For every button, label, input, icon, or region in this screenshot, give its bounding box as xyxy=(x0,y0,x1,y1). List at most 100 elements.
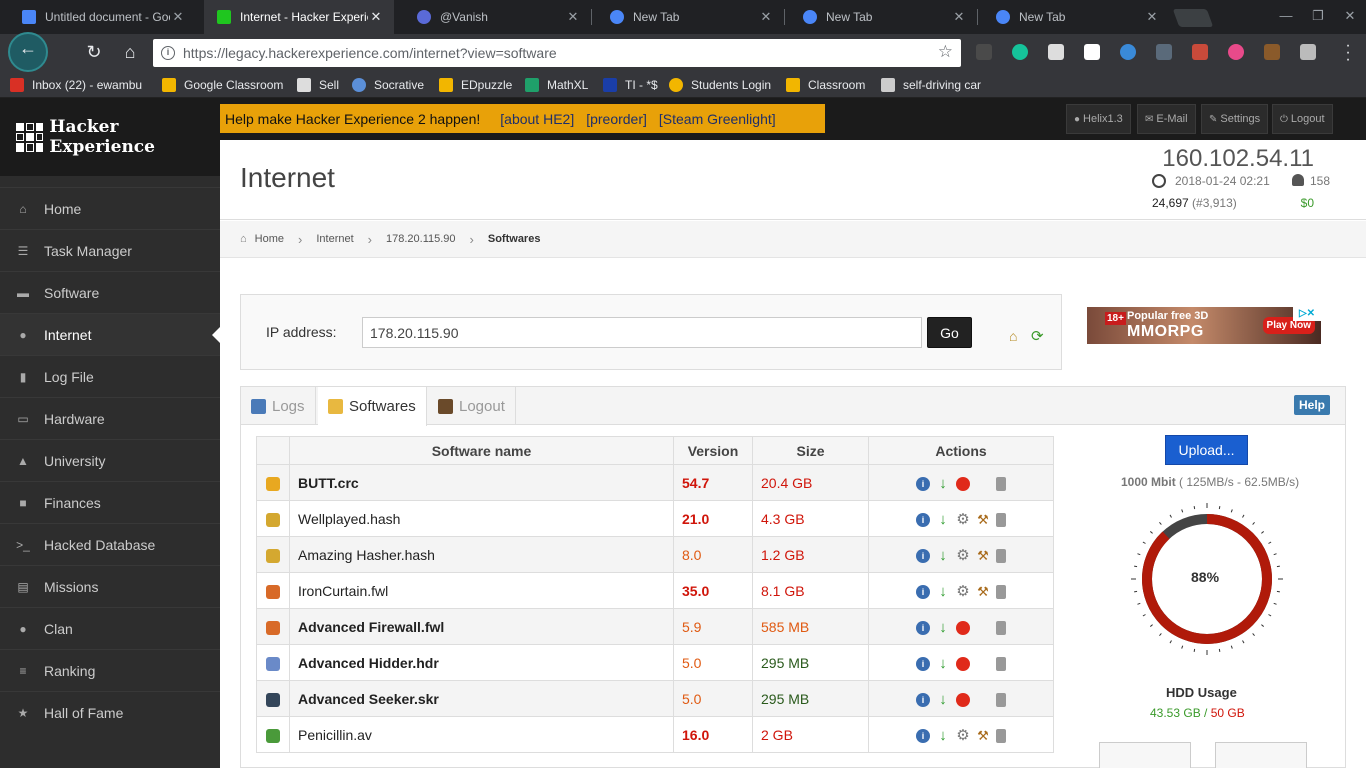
go-button[interactable]: Go xyxy=(927,317,972,348)
new-tab-button[interactable] xyxy=(1172,9,1214,27)
sidebar-item-clan[interactable]: ● Clan xyxy=(0,607,220,649)
help-button[interactable]: Help xyxy=(1293,395,1330,415)
table-row[interactable]: BUTT.crc 54.7 20.4 GB i ↓ xyxy=(256,464,1054,501)
logs-shortcut-button[interactable] xyxy=(1099,742,1191,768)
info-icon[interactable]: i xyxy=(916,692,930,707)
extension-icon[interactable] xyxy=(1264,44,1280,60)
trash-icon[interactable] xyxy=(996,692,1006,707)
bookmark-star-icon[interactable]: ☆ xyxy=(938,42,953,62)
home-icon[interactable]: ⌂ xyxy=(1009,328,1017,344)
window-close-icon[interactable]: ✕ xyxy=(1341,8,1359,24)
advertisement[interactable]: 18+ Popular free 3D MMORPG Play Now ▷✕ xyxy=(1087,307,1321,344)
trash-icon[interactable] xyxy=(996,656,1006,671)
bookmark-item[interactable]: Inbox (22) - ewambu xyxy=(10,76,142,94)
email-button[interactable]: ✉ E-Mail xyxy=(1137,104,1196,134)
refresh-icon[interactable]: ⟳ xyxy=(1031,327,1044,345)
tab-logs[interactable]: Logs xyxy=(241,387,316,425)
info-icon[interactable]: i xyxy=(916,512,930,527)
sidebar-item-log-file[interactable]: ▮ Log File xyxy=(0,355,220,397)
download-icon[interactable]: ↓ xyxy=(936,512,950,527)
extension-icon[interactable] xyxy=(1120,44,1136,60)
trash-icon[interactable] xyxy=(996,476,1006,491)
bookmark-item[interactable]: Socrative xyxy=(352,76,424,94)
table-row[interactable]: IronCurtain.fwl 35.0 8.1 GB i ↓ ⚙ ⚒ xyxy=(256,572,1054,609)
tab-logout[interactable]: Logout xyxy=(428,387,516,425)
bookmark-item[interactable]: EDpuzzle xyxy=(439,76,512,94)
info-icon[interactable]: i xyxy=(916,620,930,635)
software-name[interactable]: Wellplayed.hash xyxy=(289,500,674,537)
home-icon[interactable]: ⌂ xyxy=(116,38,144,66)
extension-icon[interactable] xyxy=(1084,44,1100,60)
extension-icon[interactable] xyxy=(1228,44,1244,60)
info-icon[interactable]: i xyxy=(916,548,930,563)
browser-menu-icon[interactable]: · · · xyxy=(1340,38,1356,68)
extension-icon[interactable] xyxy=(1156,44,1172,60)
software-name[interactable]: IronCurtain.fwl xyxy=(289,572,674,609)
info-icon[interactable]: i xyxy=(916,656,930,671)
sidebar-item-ranking[interactable]: ≡ Ranking xyxy=(0,649,220,691)
ip-input[interactable] xyxy=(362,317,922,348)
browser-tab[interactable]: @Vanish ✕ xyxy=(395,0,591,34)
trash-icon[interactable] xyxy=(996,548,1006,563)
close-icon[interactable]: ✕ xyxy=(368,9,384,25)
run-icon[interactable] xyxy=(956,476,970,491)
about-he2-link[interactable]: [about HE2] xyxy=(500,111,574,127)
table-row[interactable]: Wellplayed.hash 21.0 4.3 GB i ↓ ⚙ ⚒ xyxy=(256,500,1054,537)
close-icon[interactable]: ✕ xyxy=(170,9,186,25)
tab-softwares[interactable]: Softwares xyxy=(318,387,427,426)
trash-icon[interactable] xyxy=(996,728,1006,743)
bookmark-item[interactable]: MathXL xyxy=(525,76,588,94)
sidebar-item-hacked-database[interactable]: >_ Hacked Database xyxy=(0,523,220,565)
steam-greenlight-link[interactable]: [Steam Greenlight] xyxy=(659,111,776,127)
info-icon[interactable]: i xyxy=(916,584,930,599)
address-bar[interactable]: i https://legacy.hackerexperience.com/in… xyxy=(153,39,961,67)
back-button[interactable]: ← xyxy=(8,32,48,72)
table-row[interactable]: Penicillin.av 16.0 2 GB i ↓ ⚙ ⚒ xyxy=(256,716,1054,753)
sidebar-item-university[interactable]: ▲ University xyxy=(0,439,220,481)
run-icon[interactable] xyxy=(956,656,970,671)
site-info-icon[interactable]: i xyxy=(161,46,175,60)
extension-icon[interactable] xyxy=(976,44,992,60)
trash-icon[interactable] xyxy=(996,512,1006,527)
table-row[interactable]: Advanced Seeker.skr 5.0 295 MB i ↓ xyxy=(256,680,1054,717)
sidebar-item-home[interactable]: ⌂ Home xyxy=(0,187,220,229)
info-icon[interactable]: i xyxy=(916,476,930,491)
sidebar-item-task-manager[interactable]: ☰ Task Manager xyxy=(0,229,220,271)
software-name[interactable]: BUTT.crc xyxy=(289,464,674,501)
breadcrumb-internet[interactable]: Internet xyxy=(316,233,353,245)
bookmark-folder[interactable]: self-driving car xyxy=(881,76,981,94)
logout-button[interactable]: ⏻ Logout xyxy=(1272,104,1333,134)
close-icon[interactable]: ✕ xyxy=(1144,9,1160,25)
upload-button[interactable]: Upload... xyxy=(1165,435,1248,465)
browser-tab[interactable]: Untitled document - Goo ✕ xyxy=(0,0,196,34)
sidebar-item-finances[interactable]: ■ Finances xyxy=(0,481,220,523)
download-icon[interactable]: ↓ xyxy=(936,476,950,491)
software-name[interactable]: Amazing Hasher.hash xyxy=(289,536,674,573)
folder-shortcut-button[interactable] xyxy=(1215,742,1307,768)
preorder-link[interactable]: [preorder] xyxy=(586,111,647,127)
breadcrumb-home[interactable]: Home xyxy=(255,233,284,245)
extension-icon[interactable] xyxy=(1048,44,1064,60)
reload-icon[interactable]: ↻ xyxy=(80,38,108,66)
maximize-icon[interactable]: ❐ xyxy=(1309,8,1327,24)
sidebar-item-hardware[interactable]: ▭ Hardware xyxy=(0,397,220,439)
header-version[interactable]: Version xyxy=(673,436,753,465)
download-icon[interactable]: ↓ xyxy=(936,692,950,707)
user-button[interactable]: ● Helix1.3 xyxy=(1066,104,1131,134)
download-icon[interactable]: ↓ xyxy=(936,620,950,635)
software-name[interactable]: Penicillin.av xyxy=(289,716,674,753)
software-name[interactable]: Advanced Firewall.fwl xyxy=(289,608,674,645)
trash-icon[interactable] xyxy=(996,620,1006,635)
browser-tab[interactable]: New Tab ✕ xyxy=(974,0,1170,34)
sidebar-item-missions[interactable]: ▤ Missions xyxy=(0,565,220,607)
header-size[interactable]: Size xyxy=(752,436,869,465)
browser-tab[interactable]: New Tab ✕ xyxy=(588,0,784,34)
breadcrumb-ip[interactable]: 178.20.115.90 xyxy=(386,233,456,245)
download-icon[interactable]: ↓ xyxy=(936,584,950,599)
table-row[interactable]: Advanced Firewall.fwl 5.9 585 MB i ↓ xyxy=(256,608,1054,645)
grammarly-icon[interactable] xyxy=(1012,44,1028,60)
extension-icon[interactable] xyxy=(1300,44,1316,60)
site-logo[interactable]: Hacker Experience xyxy=(0,98,220,176)
table-row[interactable]: Amazing Hasher.hash 8.0 1.2 GB i ↓ ⚙ ⚒ xyxy=(256,536,1054,573)
close-icon[interactable]: ✕ xyxy=(565,9,581,25)
